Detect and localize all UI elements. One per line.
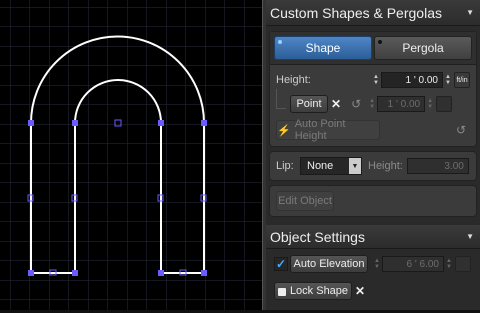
elevation-spin-arrows-icon: ▲ ▼ [374, 258, 380, 270]
height-spin-arrows-icon[interactable]: ▲ ▼ [443, 72, 453, 88]
collapse-caret-icon[interactable]: ▼ [466, 232, 474, 241]
elevation-stepper: ▲ ▼ 6 ' 6.00 ▲ ▼ [372, 256, 471, 272]
properties-panel: Custom Shapes & Pergolas ▼ Shape Pergola… [266, 0, 480, 310]
point-spin-arrows-icon: ▲ ▼ [369, 98, 376, 110]
tab-shape-label: Shape [305, 41, 341, 55]
canvas-grid [0, 0, 262, 310]
lip-height-label: Height: [368, 160, 403, 172]
reset-auto-icon: ↺ [455, 123, 466, 137]
edit-object-card: Edit Object [269, 185, 477, 217]
lip-height-input: 3.00 [406, 158, 469, 174]
elevation-spin-arrows-icon: ▲ ▼ [446, 258, 452, 270]
unit-toggle-button[interactable]: ft/in [454, 72, 470, 88]
elevation-unit-button [455, 256, 471, 272]
tree-connector [276, 89, 286, 109]
auto-elevation-checkbox[interactable]: ✓ [274, 257, 288, 271]
object-settings-header[interactable]: Object Settings ▼ [266, 225, 480, 249]
lightning-icon: ⚡ [277, 124, 291, 137]
drawing-canvas[interactable] [0, 0, 262, 310]
elevation-input: 6 ' 6.00 [382, 256, 444, 272]
unlock-icon[interactable]: ✕ [355, 284, 365, 298]
height-spin-arrows-icon[interactable]: ▲ ▼ [371, 72, 381, 88]
lock-icon [277, 288, 286, 296]
lip-label: Lip: [276, 160, 294, 172]
point-height-stepper: ▲ ▼ 1 ' 0.00 ▲ ▼ [367, 96, 453, 112]
custom-shapes-header[interactable]: Custom Shapes & Pergolas ▼ [266, 0, 480, 26]
collapse-caret-icon[interactable]: ▼ [466, 8, 474, 17]
reset-height-icon: ↺ [351, 97, 362, 111]
shape-tabs: Shape Pergola [270, 32, 476, 65]
auto-point-height-button: ⚡ Auto Point Height [276, 118, 380, 142]
custom-shapes-title: Custom Shapes & Pergolas [270, 4, 442, 21]
auto-elevation-button[interactable]: Auto Elevation [290, 255, 368, 273]
lip-select-value: None [307, 160, 334, 172]
shape-settings-card: Shape Pergola Height: ▲ ▼ 1 ' 0.00 ▲ ▼ ft/… [269, 31, 477, 147]
clear-point-icon[interactable]: ✕ [331, 97, 341, 111]
chevron-down-icon: ▼ [349, 158, 361, 174]
point-button[interactable]: Point [290, 95, 328, 113]
lip-select[interactable]: None ▼ [300, 157, 362, 175]
lip-card: Lip: None ▼ Height: 3.00 [269, 151, 477, 181]
point-height-input: 1 ' 0.00 [377, 96, 426, 112]
tab-indicator-icon [378, 40, 382, 44]
lock-shape-button[interactable]: Lock Shape [274, 282, 352, 300]
tab-pergola-label: Pergola [402, 41, 444, 55]
tab-pergola[interactable]: Pergola [374, 36, 472, 60]
height-stepper: ▲ ▼ 1 ' 0.00 ▲ ▼ ft/in [371, 72, 470, 88]
point-unit-button [436, 96, 453, 112]
object-settings-title: Object Settings [270, 228, 365, 245]
height-input[interactable]: 1 ' 0.00 [381, 72, 443, 88]
height-label: Height: [276, 74, 311, 86]
edit-object-button: Edit Object [276, 191, 334, 211]
lock-shape-label: Lock Shape [289, 285, 349, 297]
auto-point-height-label: Auto Point Height [294, 118, 346, 142]
tab-shape[interactable]: Shape [274, 36, 372, 60]
point-spin-arrows-icon: ▲ ▼ [427, 98, 434, 110]
tab-indicator-icon [278, 40, 282, 44]
